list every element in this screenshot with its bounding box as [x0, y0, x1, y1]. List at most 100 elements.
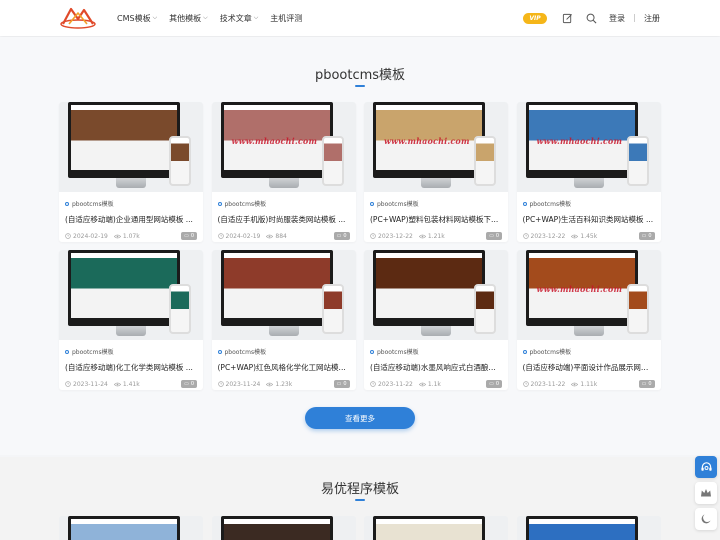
- template-card[interactable]: www.mhaochi.com pbootcms模板 (自适应移动端)平面设计作品展…: [516, 250, 661, 390]
- chevron-down-icon: ⌵: [253, 14, 259, 21]
- template-card[interactable]: pbootcms模板 (自适应移动端)企业通用型网站模板 ... 2024-02-1…: [59, 102, 203, 242]
- register-link[interactable]: 注册: [644, 13, 660, 24]
- template-thumbnail[interactable]: www.mhaochi.com: [516, 250, 661, 340]
- template-title[interactable]: (自适应手机版)时尚服装类网站模板 ...: [218, 214, 350, 225]
- template-card[interactable]: pbootcms模板 (自适应移动端)化工化学类网站模板 ... 2023-11-2…: [59, 250, 203, 390]
- clock-icon: [522, 233, 529, 239]
- monitor-mockup: [68, 250, 180, 326]
- eye-icon: [113, 234, 121, 238]
- card-meta: 2023-12-22 1.21k ▭ 0: [370, 232, 502, 240]
- clock-icon: [370, 381, 376, 387]
- views-text: 1.1k: [427, 380, 441, 388]
- phone-mockup: [169, 284, 191, 334]
- load-more-button[interactable]: 查看更多: [305, 407, 415, 429]
- views-text: 1.07k: [122, 232, 140, 240]
- template-card[interactable]: [364, 516, 508, 540]
- eye-icon: [418, 382, 426, 386]
- template-thumbnail[interactable]: [211, 250, 356, 340]
- badge-count: 0: [495, 233, 499, 239]
- dark-mode-button[interactable]: [695, 508, 717, 530]
- views-text: 1.41k: [122, 380, 140, 388]
- template-title[interactable]: (自适应移动端)平面设计作品展示网站...: [523, 362, 655, 373]
- template-thumbnail[interactable]: www.mhaochi.com: [516, 102, 661, 192]
- nav-cms-templates[interactable]: CMS模板 ⌵: [117, 13, 157, 24]
- clock-icon: [370, 233, 376, 239]
- template-card[interactable]: [211, 516, 356, 540]
- template-title[interactable]: (PC+WAP)红色风格化学化工网站模...: [218, 362, 350, 373]
- category-tag[interactable]: pbootcms模板: [370, 199, 502, 208]
- card-meta: 2024-02-19 884 ▭ 0: [217, 232, 350, 240]
- views: 1.11k: [571, 381, 597, 388]
- monitor-stand: [421, 178, 451, 188]
- clock-icon: [217, 381, 224, 387]
- comment-icon: ▭: [641, 381, 647, 387]
- template-thumbnail[interactable]: www.mhaochi.com: [211, 102, 356, 192]
- category-tag[interactable]: pbootcms模板: [65, 199, 197, 208]
- nav-label: 技术文章: [219, 13, 252, 23]
- login-link[interactable]: 登录: [609, 13, 625, 24]
- category-tag[interactable]: pbootcms模板: [370, 347, 502, 356]
- edit-icon[interactable]: [561, 12, 573, 24]
- divider: [634, 14, 635, 22]
- template-thumbnail[interactable]: [59, 102, 203, 192]
- monitor-stand: [421, 326, 451, 336]
- main-nav: CMS模板 ⌵ 其他模板 ⌵ 技术文章 ⌵ 主机评测: [117, 0, 314, 36]
- category-tag[interactable]: pbootcms模板: [217, 199, 350, 208]
- eye-icon: [266, 234, 274, 238]
- floating-toolbar: [695, 456, 717, 534]
- customer-service-button[interactable]: [695, 456, 717, 478]
- template-title[interactable]: (PC+WAP)生活百科知识类网站模板 ...: [523, 214, 655, 225]
- circle-icon: [65, 349, 69, 354]
- template-title[interactable]: (自适应移动端)化工化学类网站模板 ...: [65, 362, 197, 373]
- template-thumbnail[interactable]: [59, 250, 203, 340]
- pbootcms-section: pbootcms模板 pbootcms模板 (自适应移动端)企业通用型网站模板 .…: [0, 37, 720, 455]
- vip-button[interactable]: [695, 482, 717, 504]
- eye-icon: [266, 382, 274, 386]
- views: 1.23k: [266, 381, 292, 388]
- vip-badge[interactable]: VIP: [523, 12, 547, 24]
- badge-count: 0: [190, 381, 194, 387]
- views: 1.45k: [571, 233, 597, 240]
- nav-other-templates[interactable]: 其他模板 ⌵: [169, 13, 208, 24]
- template-card[interactable]: pbootcms模板 (自适应移动端)水墨风响应式白酒酿制... 2023-11-2…: [364, 250, 508, 390]
- comment-badge: ▭ 0: [638, 380, 655, 388]
- template-card[interactable]: [59, 516, 203, 540]
- monitor-mockup: [373, 516, 485, 540]
- customer-service-icon: [700, 461, 712, 471]
- eyou-section: 易优程序模板: [0, 457, 720, 540]
- clock-icon: [65, 233, 71, 239]
- template-thumbnail[interactable]: [364, 250, 508, 340]
- category-tag[interactable]: pbootcms模板: [522, 347, 655, 356]
- views: 1.07k: [113, 232, 140, 240]
- monitor-stand: [573, 178, 604, 188]
- template-card[interactable]: www.mhaochi.com pbootcms模板 (PC+WAP)生活百科知识类…: [516, 102, 661, 242]
- template-thumbnail[interactable]: www.mhaochi.com: [364, 102, 508, 192]
- category-tag[interactable]: pbootcms模板: [65, 347, 197, 356]
- category-tag[interactable]: pbootcms模板: [522, 199, 655, 208]
- category-label: pbootcms模板: [224, 349, 267, 356]
- date: 2023-12-22: [522, 233, 565, 240]
- card-meta: 2023-11-24 1.23k ▭ 0: [217, 380, 350, 388]
- template-title[interactable]: (PC+WAP)塑料包装材料网站模板下...: [370, 214, 502, 225]
- template-title[interactable]: (自适应移动端)水墨风响应式白酒酿制...: [370, 362, 502, 373]
- date-text: 2023-11-24: [225, 380, 261, 388]
- search-icon[interactable]: [585, 12, 597, 24]
- date-text: 2023-12-22: [378, 232, 413, 240]
- monitor-stand: [268, 178, 299, 188]
- phone-mockup: [321, 284, 344, 334]
- header-actions: VIP 登录 注册: [523, 0, 660, 36]
- clock-icon: [65, 381, 71, 387]
- template-card[interactable]: www.mhaochi.com pbootcms模板 (PC+WAP)塑料包装材料网…: [364, 102, 508, 242]
- template-card[interactable]: www.mhaochi.com pbootcms模板 (自适应手机版)时尚服装类网站…: [211, 102, 356, 242]
- nav-tech-articles[interactable]: 技术文章 ⌵: [220, 13, 259, 24]
- eye-icon: [113, 382, 121, 386]
- template-card[interactable]: [516, 516, 661, 540]
- template-card[interactable]: pbootcms模板 (PC+WAP)红色风格化学化工网站模... 2023-11-…: [211, 250, 356, 390]
- template-title[interactable]: (自适应移动端)企业通用型网站模板 ...: [65, 214, 197, 225]
- category-tag[interactable]: pbootcms模板: [217, 347, 350, 356]
- date-text: 2024-02-19: [73, 232, 108, 240]
- nav-host-reviews[interactable]: 主机评测: [270, 13, 302, 24]
- site-logo[interactable]: [59, 4, 97, 30]
- category-label: pbootcms模板: [529, 201, 572, 208]
- views: 1.1k: [418, 380, 441, 388]
